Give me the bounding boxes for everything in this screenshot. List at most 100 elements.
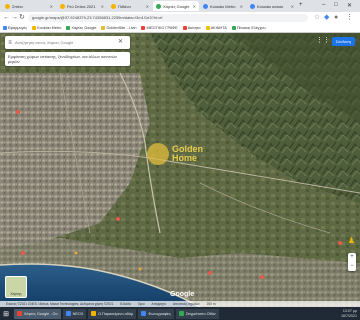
bookmark-item[interactable]: Πίνακας Ελέγχου: [231, 26, 266, 30]
tab-4[interactable]: Κουκάκι Metro ✕: [200, 1, 246, 11]
tab-favicon: [60, 3, 65, 9]
taskbar-item[interactable]: Φωτογραφίες: [138, 308, 174, 319]
bookmark-label: Χάρτες Google: [71, 26, 97, 30]
taskbar-app-icon: [178, 311, 184, 316]
nearby-places-hint[interactable]: Εμφάνιση χώρων εστίασης, ξενοδοχείων, κα…: [5, 52, 130, 66]
close-icon[interactable]: ✕: [193, 4, 196, 9]
taskbar-app-icon: [90, 311, 96, 316]
tab-3[interactable]: Χάρτες Google ✕: [153, 1, 199, 11]
privacy-link[interactable]: Απόρρητο: [152, 302, 166, 306]
bookmark-label: Πίνακας Ελέγχου: [236, 26, 266, 30]
close-icon[interactable]: ✕: [146, 4, 149, 9]
taskbar-item-label: Στιγμιότυπο Οθόν: [185, 311, 216, 316]
bookmark-icon: [231, 26, 236, 30]
maximize-button[interactable]: □: [334, 2, 338, 8]
google-watermark: Google: [170, 291, 195, 298]
tab-label: Κουκάκι κατοικ: [257, 3, 284, 9]
zoom-in-button[interactable]: +: [348, 253, 356, 262]
sign-in-button[interactable]: Σύνδεση: [331, 37, 355, 46]
apps-grid-icon[interactable]: ⋮⋮: [316, 37, 330, 44]
close-icon[interactable]: ✕: [113, 36, 128, 49]
bookmark-icon: [101, 26, 106, 30]
tab-label: Κουκάκι Metro: [210, 3, 236, 9]
bookmark-item[interactable]: GoldenSite - Livin: [101, 26, 136, 30]
bookmark-item[interactable]: Εφαρμογές: [3, 26, 27, 30]
close-icon[interactable]: ✕: [240, 4, 243, 9]
tab-favicon: [156, 3, 161, 9]
system-tray-clock[interactable]: 13:07 μμ 16/7/2021: [341, 309, 360, 318]
logo-line-2: Home: [172, 153, 198, 163]
url-field[interactable]: google.gr/maps/@37.9248379,23.74356831,2…: [28, 14, 308, 22]
satellite-map[interactable]: ≡ Αναζήτηση στους Χάρτες Google ⌕ ➤ ✕ Εμ…: [0, 33, 360, 307]
zoom-out-button[interactable]: −: [348, 262, 356, 271]
taskbar-item-label: ΝΕΟ3: [72, 311, 83, 316]
bookmark-icon: [3, 26, 7, 30]
minimize-button[interactable]: –: [322, 2, 325, 8]
feedback-link[interactable]: Αποστολή σχολίων: [173, 302, 200, 306]
taskbar-item-label: Ο.Παρακείμενο αδόμ: [97, 311, 134, 316]
more-menu-icon[interactable]: ⋮: [346, 14, 353, 21]
forward-arrow-icon[interactable]: →: [11, 14, 18, 21]
bookmark-item[interactable]: Κουκάκι Metro: [32, 26, 61, 30]
tab-bar: Σπίτια ✕ Ρεύ Σπίτια 2021 ✕ Πιθάνα ✕ Χάρτ…: [0, 0, 360, 12]
back-arrow-icon[interactable]: ←: [3, 14, 10, 21]
close-icon[interactable]: ✕: [50, 4, 53, 9]
tab-favicon: [203, 3, 208, 9]
menu-icon[interactable]: ≡: [5, 40, 15, 46]
tab-label: Χάρτες Google: [163, 3, 190, 9]
bookmark-item[interactable]: Ακίνητα: [182, 26, 201, 30]
bookmark-icon: [66, 26, 71, 30]
watermark-logo: Golden Home: [147, 143, 203, 165]
close-icon[interactable]: ✕: [101, 4, 104, 9]
layers-toggle[interactable]: Χάρτης: [5, 276, 27, 298]
tab-label: Πιθάνα: [118, 3, 131, 9]
star-icon[interactable]: ☆: [314, 14, 320, 21]
tab-5[interactable]: Κουκάκι κατοικ ✕: [247, 1, 297, 11]
scale-label: 200 m: [206, 302, 216, 306]
pegman-icon[interactable]: ♟: [348, 236, 355, 245]
bookmark-item[interactable]: ΑΚΙΝΗΤΑ: [205, 26, 227, 30]
taskbar-item[interactable]: Ο.Παρακείμενο αδόμ: [87, 308, 137, 319]
taskbar-app-icon: [65, 311, 71, 316]
bookmark-label: ΑΚΙΝΗΤΑ: [210, 26, 227, 30]
search-input[interactable]: Αναζήτηση στους Χάρτες Google: [15, 40, 112, 45]
bookmark-label: Ακίνητα: [187, 26, 201, 30]
window-close-button[interactable]: ✕: [347, 2, 352, 9]
close-icon[interactable]: ✕: [291, 4, 294, 9]
bookmark-icon: [205, 26, 210, 30]
bookmark-label: GoldenSite - Livin: [106, 26, 137, 30]
bookmark-icon: [182, 26, 187, 30]
tab-0[interactable]: Σπίτια ✕: [2, 1, 56, 11]
tab-label: Ρεύ Σπίτια 2021: [67, 3, 96, 9]
tab-favicon: [250, 3, 255, 9]
bookmark-item[interactable]: ΜΕΣΙΤΙΚΟ ΓΡΑΦΕ: [141, 26, 178, 30]
logo-text: Golden Home: [172, 145, 203, 163]
country-link[interactable]: Ελλάδα: [120, 302, 131, 306]
taskbar-item-label: Χάρτες Google - Go: [24, 311, 58, 316]
reload-icon[interactable]: ↻: [19, 14, 25, 21]
bookmarks-bar: Εφαρμογές Κουκάκι Metro Χάρτες Google Go…: [0, 24, 360, 33]
tab-2[interactable]: Πιθάνα ✕: [108, 1, 152, 11]
clock-date: 16/7/2021: [341, 313, 357, 318]
windows-start-icon[interactable]: ⊞: [0, 310, 12, 318]
profile-icon[interactable]: ●: [334, 14, 338, 21]
tab-1[interactable]: Ρεύ Σπίτια 2021 ✕: [57, 1, 107, 11]
bookmark-label: ΜΕΣΙΤΙΚΟ ΓΡΑΦΕ: [146, 26, 178, 30]
taskbar-item[interactable]: Στιγμιότυπο Οθόν: [175, 308, 219, 319]
bookmark-label: Κουκάκι Metro: [37, 26, 62, 30]
taskbar-item-label: Φωτογραφίες: [148, 311, 171, 316]
taskbar-app-icon: [141, 311, 147, 316]
taskbar-item[interactable]: Χάρτες Google - Go: [14, 308, 61, 319]
extension-icon[interactable]: ◆: [324, 14, 329, 21]
search-box[interactable]: ≡ Αναζήτηση στους Χάρτες Google ⌕ ➤: [5, 36, 130, 49]
bookmark-icon: [32, 26, 37, 30]
logo-mark-icon: [147, 143, 169, 165]
tab-label: Σπίτια: [12, 3, 23, 9]
bookmark-item[interactable]: Χάρτες Google: [66, 26, 96, 30]
taskbar-item[interactable]: ΝΕΟ3: [62, 308, 86, 319]
zoom-control[interactable]: + −: [348, 253, 356, 271]
terms-link[interactable]: Όροι: [138, 302, 145, 306]
taskbar-app-icon: [17, 311, 22, 316]
new-tab-button[interactable]: +: [299, 2, 303, 8]
clock-time: 13:07 μμ: [342, 309, 357, 313]
